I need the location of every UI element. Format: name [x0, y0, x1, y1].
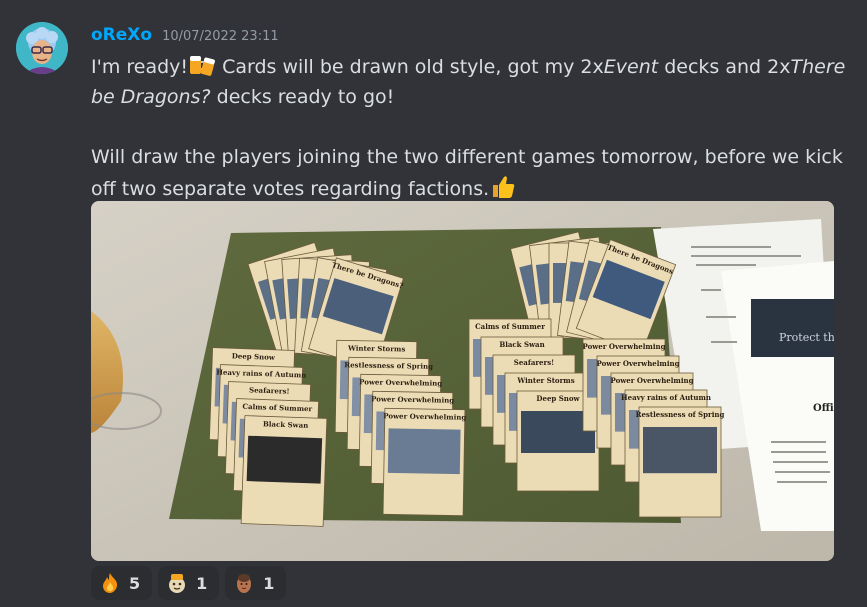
reaction-custom[interactable]: 1: [225, 566, 287, 600]
card-title: Deep Snow: [536, 394, 580, 403]
event-card: Power Overwhelming: [382, 407, 466, 517]
card-artwork: [387, 428, 461, 475]
card-title: Restlessness of Spring: [636, 410, 725, 419]
photo-image: Protect the R Offi MisMisMisMisThereTher…: [91, 201, 834, 561]
card-title: Seafarers!: [514, 358, 554, 367]
message-text: I'm ready!: [91, 56, 189, 78]
reaction-fire[interactable]: 5: [91, 566, 153, 600]
message-italic-text: Event: [603, 56, 659, 78]
beer-mugs-icon: [188, 50, 216, 78]
event-card: Restlessness of Spring: [636, 406, 725, 518]
card-title: Deep Snow: [232, 351, 276, 362]
card-title: Power Overwhelming: [359, 377, 442, 387]
card-title: Winter Storms: [516, 376, 574, 385]
thumbs-up-icon: [489, 172, 517, 200]
reactions-bar: 5 1 1: [91, 566, 287, 600]
card-title: Power Overwhelming: [371, 394, 454, 404]
card-title: Power Overwhelming: [597, 359, 680, 368]
card-title: Calms of Summer: [475, 322, 545, 331]
message-text: Cards will be drawn old style, got my 2x: [216, 56, 604, 78]
message-header: oReXo 10/07/2022 23:11: [91, 25, 279, 45]
cheers-face-icon: [166, 572, 188, 594]
message-text: decks ready to go!: [210, 86, 395, 108]
message-text: Will draw the players joining the two di…: [91, 146, 843, 200]
card-title: Power Overwhelming: [611, 376, 694, 385]
card-title: Heavy rains of Autumn: [621, 393, 711, 402]
card-title: Seafarers!: [249, 385, 290, 395]
card-artwork: [643, 427, 717, 474]
message-paragraph-1: I'm ready! Cards will be drawn old style…: [91, 50, 851, 112]
reaction-count: 1: [263, 573, 275, 593]
attached-photo[interactable]: Protect the R Offi MisMisMisMisThereTher…: [91, 201, 834, 561]
message-text: decks and 2x: [658, 56, 791, 78]
reaction-count: 5: [129, 573, 141, 593]
avatar-image: [16, 22, 68, 74]
card-artwork: [246, 435, 323, 484]
fire-icon: [99, 572, 121, 594]
card-title: Black Swan: [499, 340, 544, 349]
card-title: Black Swan: [263, 419, 309, 430]
user-avatar[interactable]: [16, 22, 68, 74]
card-title: Power Overwhelming: [383, 411, 466, 421]
custom-face-icon: [233, 572, 255, 594]
event-card: Black Swan: [240, 415, 328, 527]
message-paragraph-2: Will draw the players joining the two di…: [91, 142, 851, 204]
message-timestamp[interactable]: 10/07/2022 23:11: [162, 29, 279, 44]
doc-title: Protect the R: [779, 331, 834, 344]
card-title: Winter Storms: [347, 343, 405, 353]
reaction-count: 1: [196, 573, 208, 593]
message-content: I'm ready! Cards will be drawn old style…: [91, 50, 851, 204]
reaction-cheers[interactable]: 1: [158, 566, 220, 600]
card-title: Power Overwhelming: [583, 342, 666, 351]
username[interactable]: oReXo: [91, 25, 152, 45]
card-title: Restlessness of Spring: [344, 360, 433, 371]
doc-subtitle: Offi: [813, 403, 834, 414]
